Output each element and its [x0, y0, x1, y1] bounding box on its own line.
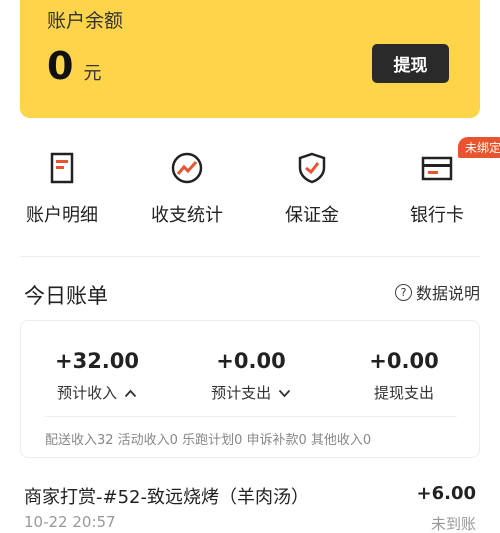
chevron-down-icon — [278, 389, 291, 398]
unbound-badge: 未绑定 — [457, 137, 500, 158]
quick-action-label: 银行卡 — [410, 205, 464, 226]
stat-expected-income[interactable]: +32.00 预计收入 — [32, 349, 162, 403]
quick-action-statistics[interactable]: 收支统计 — [132, 143, 242, 227]
balance-value: 0 — [47, 44, 74, 88]
balance-label: 账户余额 — [47, 10, 124, 32]
balance-amount: 0 元 — [47, 44, 101, 88]
balance-unit: 元 — [83, 63, 102, 84]
withdraw-button[interactable]: 提现 — [372, 44, 449, 83]
chart-icon — [171, 152, 203, 184]
quick-action-label: 账户明细 — [26, 205, 98, 226]
quick-actions: 账户明细 收支统计 保证金 未绑定 银行卡 — [0, 137, 500, 243]
chevron-up-icon — [124, 389, 137, 398]
stat-value: +32.00 — [54, 349, 140, 373]
transaction-amount: +6.00 — [416, 483, 477, 504]
stat-value: +0.00 — [369, 349, 439, 373]
card-divider — [45, 416, 457, 417]
stat-label: 预计支出 — [186, 382, 316, 403]
card-icon — [421, 156, 453, 181]
help-icon: ? — [394, 283, 412, 301]
section-divider — [20, 256, 480, 257]
data-explain-link[interactable]: ? 数据说明 — [394, 280, 480, 304]
transaction-status: 未到账 — [430, 515, 476, 533]
quick-action-label: 保证金 — [285, 205, 339, 226]
income-breakdown: 配送收入32 活动收入0 乐跑计划0 申诉补款0 其他收入0 — [45, 433, 372, 448]
stat-value: +0.00 — [216, 349, 286, 373]
document-icon — [50, 152, 74, 184]
shield-icon — [298, 152, 326, 184]
bill-summary-card: +32.00 预计收入 +0.00 预计支出 +0.00 提现支出 配送收入32… — [20, 320, 480, 458]
quick-action-deposit[interactable]: 保证金 — [257, 143, 367, 227]
quick-action-bank-card[interactable]: 未绑定 银行卡 — [382, 137, 500, 227]
stat-label: 预计收入 — [32, 382, 162, 403]
quick-action-account-details[interactable]: 账户明细 — [7, 143, 117, 227]
stat-label: 提现支出 — [373, 384, 434, 402]
quick-action-label: 收支统计 — [151, 205, 223, 226]
stat-withdraw-expense: +0.00 提现支出 — [339, 349, 469, 403]
balance-card: 账户余额 0 元 提现 — [20, 0, 480, 118]
transaction-title: 商家打赏-#52-致远烧烤（羊肉汤） — [24, 487, 309, 508]
stat-expected-expense[interactable]: +0.00 预计支出 — [186, 349, 316, 403]
transaction-time: 10-22 20:57 — [24, 513, 116, 531]
data-explain-label: 数据说明 — [415, 284, 480, 303]
today-bill-title: 今日账单 — [24, 284, 108, 308]
